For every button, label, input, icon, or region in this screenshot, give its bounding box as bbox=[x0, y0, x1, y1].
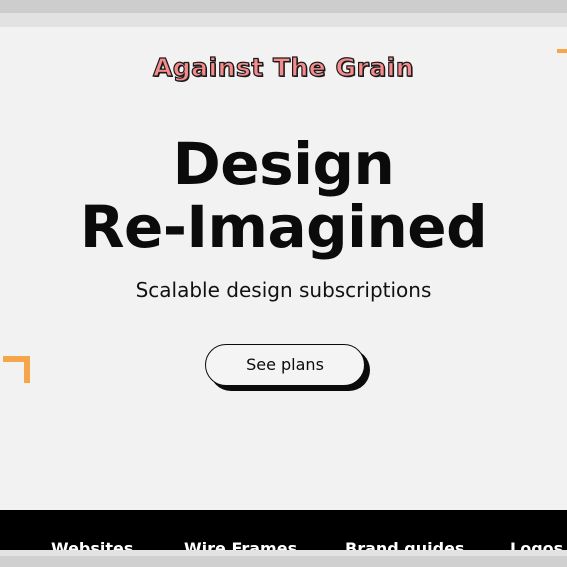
window-top-bar bbox=[0, 0, 567, 13]
orange-corner-bracket-icon bbox=[557, 49, 567, 57]
hero-headline: Design Re-Imagined bbox=[0, 133, 567, 259]
nav-item-logos[interactable]: Logos bbox=[510, 539, 563, 550]
window-top-strip bbox=[0, 13, 567, 27]
services-nav-bar: Websites Wire Frames Brand guides Logos bbox=[0, 510, 567, 550]
hero-section: Against The Grain Design Re-Imagined Sca… bbox=[0, 27, 567, 510]
nav-item-brand-guides[interactable]: Brand guides bbox=[345, 539, 464, 550]
window-bottom-strip bbox=[0, 550, 567, 556]
headline-line-1: Design bbox=[172, 130, 395, 198]
orange-corner-bracket-icon bbox=[3, 356, 30, 383]
nav-item-wire-frames[interactable]: Wire Frames bbox=[184, 539, 297, 550]
see-plans-button[interactable]: See plans bbox=[205, 344, 365, 386]
hero-subheadline: Scalable design subscriptions bbox=[135, 278, 432, 302]
headline-line-2: Re-Imagined bbox=[79, 193, 488, 261]
brand-logo-text[interactable]: Against The Grain bbox=[0, 52, 567, 82]
nav-item-websites[interactable]: Websites bbox=[51, 539, 133, 550]
